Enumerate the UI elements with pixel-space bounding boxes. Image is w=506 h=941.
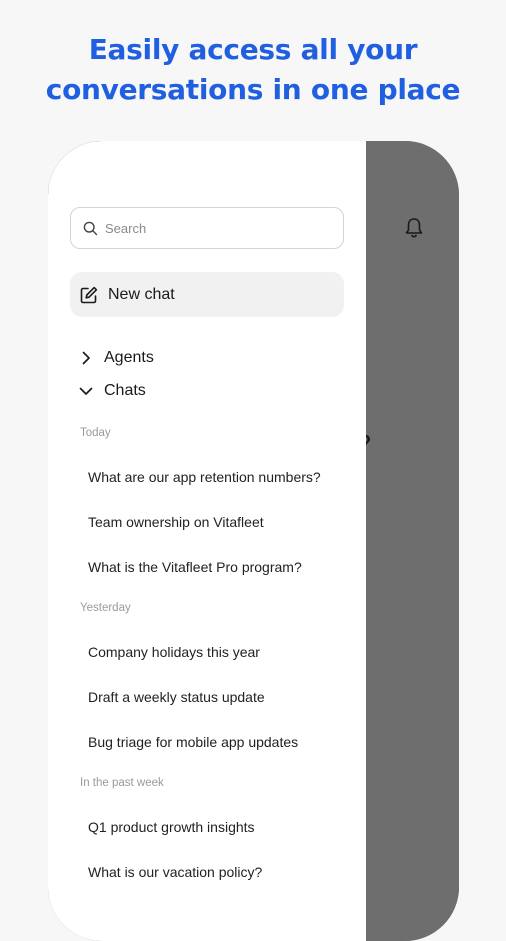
chat-list-item[interactable]: Team ownership on Vitafleet xyxy=(88,514,264,530)
edit-icon xyxy=(80,286,98,303)
group-label-yesterday: Yesterday xyxy=(80,602,131,614)
bell-icon[interactable] xyxy=(404,217,424,239)
group-label-today: Today xyxy=(80,427,111,439)
headline-line-1: Easily access all your xyxy=(88,33,418,66)
new-chat-button[interactable]: New chat xyxy=(70,272,344,317)
chats-section-toggle[interactable]: Chats xyxy=(78,382,146,400)
navigation-drawer: New chat Agents Chats Today What are our… xyxy=(48,141,366,941)
group-label-past-week: In the past week xyxy=(80,777,164,789)
phone-frame: ? New chat Agents Chats xyxy=(48,141,459,941)
new-chat-label: New chat xyxy=(108,285,175,303)
chats-label: Chats xyxy=(104,382,146,399)
chevron-down-icon xyxy=(79,387,93,395)
search-field[interactable] xyxy=(70,207,344,249)
search-input[interactable] xyxy=(105,220,305,236)
chat-list-item[interactable]: What is the Vitafleet Pro program? xyxy=(88,559,302,575)
chat-list-item[interactable]: Draft a weekly status update xyxy=(88,689,265,705)
headline-line-2: conversations in one place xyxy=(45,73,461,106)
agents-label: Agents xyxy=(104,349,154,366)
chat-list-item[interactable]: Company holidays this year xyxy=(88,644,260,660)
chat-list-item[interactable]: Q1 product growth insights xyxy=(88,819,255,835)
chat-list-item[interactable]: What is our vacation policy? xyxy=(88,864,262,880)
chat-list-item[interactable]: What are our app retention numbers? xyxy=(88,469,321,485)
chat-list-item[interactable]: Bug triage for mobile app updates xyxy=(88,734,298,750)
chevron-right-icon xyxy=(82,351,90,365)
headline: Easily access all your conversations in … xyxy=(0,30,506,110)
dimmed-background[interactable] xyxy=(366,141,459,941)
search-icon xyxy=(83,221,98,235)
agents-section-toggle[interactable]: Agents xyxy=(78,349,154,367)
